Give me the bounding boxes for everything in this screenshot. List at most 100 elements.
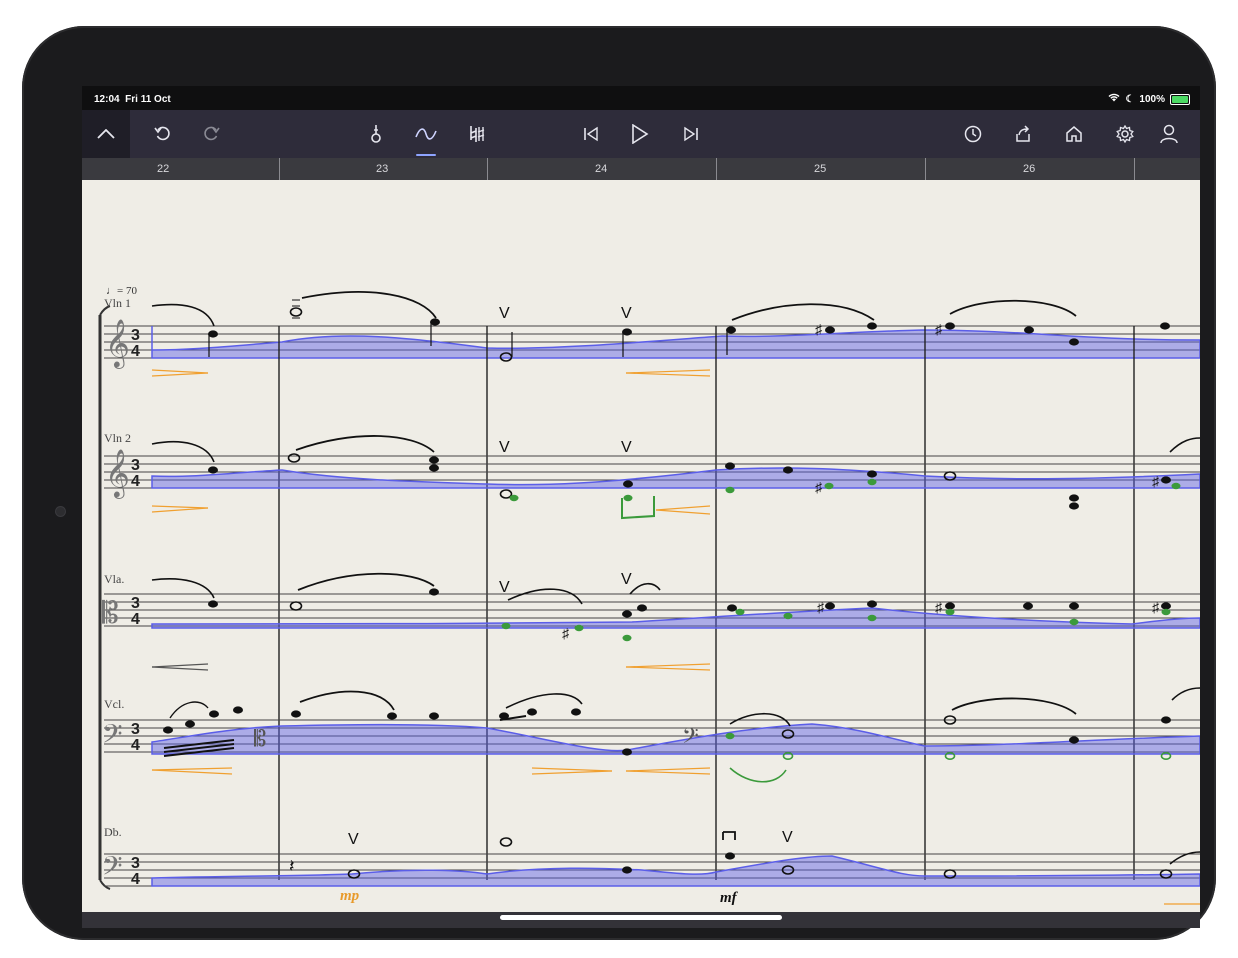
measure-number[interactable]: 25 bbox=[814, 163, 826, 175]
ghost-note[interactable] bbox=[623, 494, 633, 502]
note-head[interactable] bbox=[783, 466, 793, 474]
ghost-note[interactable] bbox=[1171, 482, 1181, 490]
staff-vla[interactable]: Vla. 𝄡 3 4 V ♯ V ♯ ♯ ♯ bbox=[102, 571, 1200, 671]
note-head[interactable] bbox=[622, 866, 632, 874]
score-canvas[interactable]: ♩= 70 Vln 1 𝄞 3 4 V V ♯ ♯ Vln 2 𝄞 3 4 V … bbox=[82, 180, 1200, 912]
collapse-toolbar-button[interactable] bbox=[82, 110, 130, 158]
ghost-note[interactable] bbox=[867, 478, 877, 486]
note-head[interactable] bbox=[287, 453, 301, 463]
note-head[interactable] bbox=[945, 322, 955, 330]
accidentals-button[interactable] bbox=[460, 110, 494, 158]
history-button[interactable] bbox=[956, 110, 990, 158]
staff-vln2[interactable]: Vln 2 𝄞 3 4 V V ♯ ♯ bbox=[104, 431, 1200, 520]
measure-number[interactable]: 26 bbox=[1023, 163, 1035, 175]
note-head[interactable] bbox=[208, 466, 218, 474]
note-head[interactable] bbox=[429, 712, 439, 720]
staff-vln1[interactable]: Vln 1 𝄞 3 4 V V ♯ ♯ bbox=[104, 291, 1200, 880]
dynamics-curve[interactable] bbox=[151, 467, 1200, 489]
ghost-note[interactable] bbox=[735, 608, 745, 616]
profile-button[interactable] bbox=[1152, 110, 1186, 158]
note-head[interactable] bbox=[527, 708, 537, 716]
note-head[interactable] bbox=[1161, 716, 1171, 724]
note-head[interactable] bbox=[867, 470, 877, 478]
note-head[interactable] bbox=[867, 600, 877, 608]
ghost-note[interactable] bbox=[501, 622, 511, 630]
ghost-note[interactable] bbox=[622, 634, 632, 642]
note-head[interactable] bbox=[622, 610, 632, 618]
measure-ruler[interactable]: 22 23 24 25 26 bbox=[82, 158, 1200, 180]
note-head[interactable] bbox=[1069, 338, 1079, 346]
measure-number[interactable]: 22 bbox=[157, 163, 169, 175]
home-indicator[interactable] bbox=[500, 915, 782, 920]
note-head[interactable] bbox=[429, 464, 439, 472]
note-head[interactable] bbox=[209, 710, 219, 718]
note-head[interactable] bbox=[1069, 494, 1079, 502]
share-button[interactable] bbox=[1006, 110, 1040, 158]
note-head[interactable] bbox=[1161, 476, 1171, 484]
note-head[interactable] bbox=[289, 307, 303, 317]
note-head[interactable] bbox=[291, 710, 301, 718]
note-head[interactable] bbox=[429, 456, 439, 464]
dynamics-curve[interactable] bbox=[151, 855, 1200, 887]
note-head[interactable] bbox=[1069, 502, 1079, 510]
note-head[interactable] bbox=[825, 602, 835, 610]
dynamics-curve[interactable] bbox=[151, 723, 1200, 755]
ghost-note[interactable] bbox=[574, 624, 584, 632]
ghost-note[interactable] bbox=[509, 494, 519, 502]
ghost-note[interactable] bbox=[725, 732, 735, 740]
note-head[interactable] bbox=[1023, 602, 1033, 610]
redo-button[interactable] bbox=[194, 110, 228, 158]
staff-db[interactable]: Db. 𝄢 3 4 𝄽 V V mp mf bbox=[102, 825, 1200, 906]
note-head[interactable] bbox=[499, 837, 513, 847]
note-head[interactable] bbox=[429, 588, 439, 596]
note-head[interactable] bbox=[233, 706, 243, 714]
measure-number[interactable]: 23 bbox=[376, 163, 388, 175]
note-head[interactable] bbox=[727, 604, 737, 612]
note-head[interactable] bbox=[208, 600, 218, 608]
note-head[interactable] bbox=[185, 720, 195, 728]
note-head[interactable] bbox=[163, 726, 173, 734]
curve-tool-button[interactable] bbox=[406, 110, 446, 158]
play-button[interactable] bbox=[622, 110, 658, 158]
ghost-note[interactable] bbox=[824, 482, 834, 490]
ghost-note[interactable] bbox=[945, 608, 955, 616]
note-head[interactable] bbox=[725, 852, 735, 860]
ghost-note[interactable] bbox=[867, 614, 877, 622]
score-svg[interactable]: ♩= 70 Vln 1 𝄞 3 4 V V ♯ ♯ Vln 2 𝄞 3 4 V … bbox=[82, 180, 1200, 912]
note-head[interactable] bbox=[1069, 602, 1079, 610]
note-head[interactable] bbox=[1024, 326, 1034, 334]
ghost-note[interactable] bbox=[1161, 608, 1171, 616]
note-head[interactable] bbox=[289, 601, 303, 611]
undo-button[interactable] bbox=[146, 110, 180, 158]
note-head[interactable] bbox=[637, 604, 647, 612]
dynamics-curve[interactable] bbox=[151, 326, 1200, 359]
note-head[interactable] bbox=[945, 602, 955, 610]
status-time: 12:04 Fri 11 Oct bbox=[94, 94, 171, 105]
upbow-mark: V bbox=[348, 831, 359, 848]
time-signature-bottom: 4 bbox=[131, 473, 140, 490]
dynamic-mf[interactable]: mf bbox=[720, 890, 739, 906]
note-head[interactable] bbox=[1161, 602, 1171, 610]
ghost-note[interactable] bbox=[1069, 618, 1079, 626]
note-head[interactable] bbox=[622, 748, 632, 756]
note-head[interactable] bbox=[499, 712, 509, 720]
pen-tool-button[interactable] bbox=[359, 110, 393, 158]
measure-number[interactable]: 24 bbox=[595, 163, 607, 175]
note-head[interactable] bbox=[725, 462, 735, 470]
note-head[interactable] bbox=[825, 326, 835, 334]
note-head[interactable] bbox=[867, 322, 877, 330]
note-head[interactable] bbox=[571, 708, 581, 716]
dynamic-mp[interactable]: mp bbox=[340, 888, 360, 904]
skip-back-button[interactable] bbox=[574, 110, 608, 158]
settings-button[interactable] bbox=[1108, 110, 1142, 158]
ghost-note[interactable] bbox=[725, 486, 735, 494]
ghost-note[interactable] bbox=[783, 612, 793, 620]
staff-vcl[interactable]: Vcl. 𝄢 3 4 𝄡 𝄢 bbox=[102, 687, 1200, 783]
note-head[interactable] bbox=[387, 712, 397, 720]
status-date: Fri 11 Oct bbox=[125, 94, 171, 105]
note-head[interactable] bbox=[1069, 736, 1079, 744]
note-head[interactable] bbox=[1160, 322, 1170, 330]
home-button[interactable] bbox=[1057, 110, 1091, 158]
skip-forward-button[interactable] bbox=[674, 110, 708, 158]
note-head[interactable] bbox=[623, 480, 633, 488]
